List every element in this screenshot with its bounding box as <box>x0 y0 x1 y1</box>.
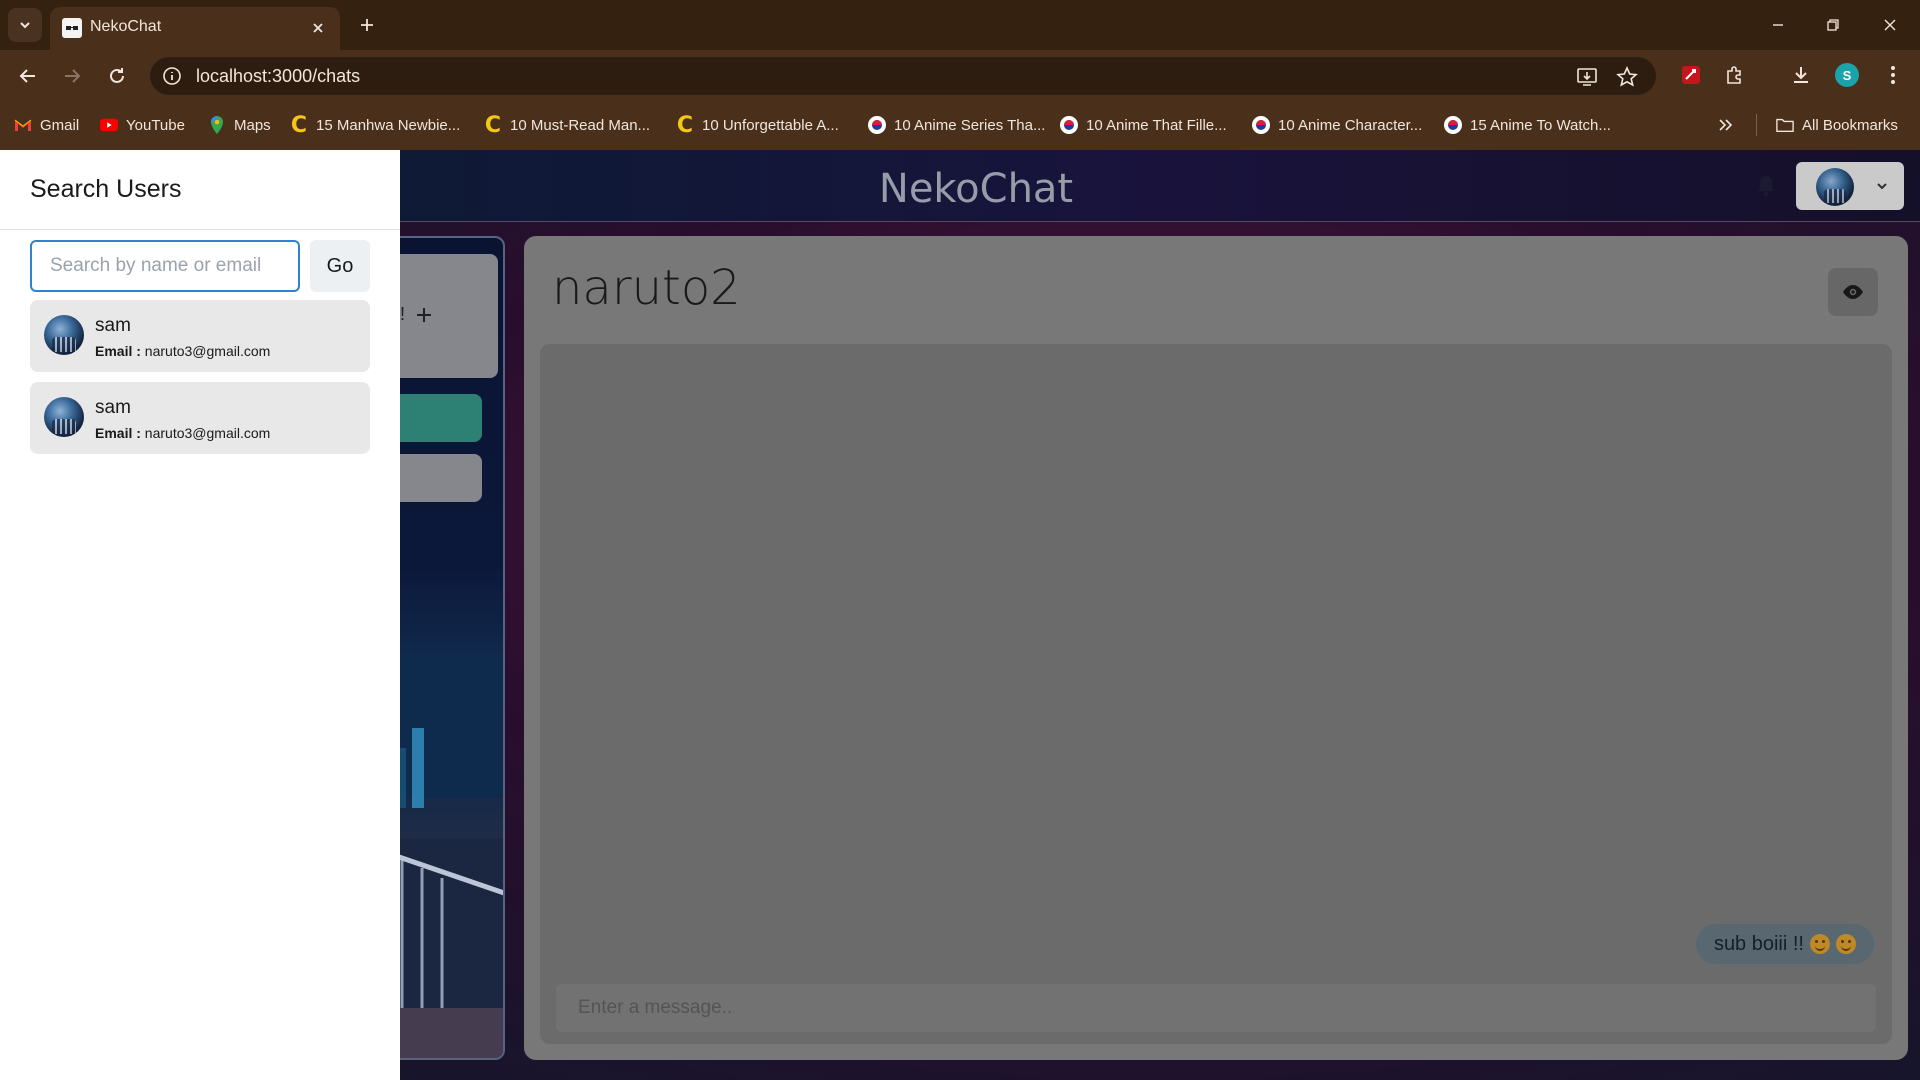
address-bar[interactable]: localhost:3000/chats <box>150 57 1656 95</box>
user-avatar <box>44 315 84 355</box>
folder-icon <box>1776 116 1794 134</box>
bookmark-7[interactable]: 10 Anime That Fille... <box>1060 114 1227 136</box>
site-info-icon[interactable] <box>160 64 184 88</box>
user-result-item[interactable]: sam Email : naruto3@gmail.com <box>30 300 370 372</box>
bookmark-maps[interactable]: Maps <box>208 114 271 136</box>
site-icon <box>1252 116 1270 134</box>
go-button[interactable]: Go <box>310 240 370 292</box>
site-icon <box>1060 116 1078 134</box>
search-users-drawer: Search Users Go sam Email : naruto3@gmai… <box>0 150 400 1080</box>
user-result-item[interactable]: sam Email : naruto3@gmail.com <box>30 382 370 454</box>
all-bookmarks-button[interactable]: All Bookmarks <box>1776 114 1898 136</box>
close-icon <box>1884 19 1896 31</box>
user-email: Email : naruto3@gmail.com <box>95 343 271 359</box>
restore-icon <box>1827 19 1839 31</box>
minimize-icon <box>1773 24 1783 26</box>
drawer-overlay[interactable] <box>400 150 1920 1080</box>
forward-button[interactable] <box>54 58 90 94</box>
bookmark-youtube[interactable]: YouTube <box>100 114 185 136</box>
c-icon: C <box>676 112 694 138</box>
downloads-icon[interactable] <box>1786 60 1816 90</box>
reload-button[interactable] <box>99 58 135 94</box>
arrow-right-icon <box>65 69 81 83</box>
drawer-title: Search Users <box>30 175 182 203</box>
user-name: sam <box>95 397 131 418</box>
restore-button[interactable] <box>1813 8 1853 42</box>
chevron-down-icon <box>20 22 30 29</box>
browser-toolbar: localhost:3000/chats S <box>0 50 1920 100</box>
bookmark-9[interactable]: 15 Anime To Watch... <box>1444 114 1611 136</box>
user-name: sam <box>95 315 131 336</box>
profile-initial: S <box>1835 63 1859 87</box>
tab-title: NekoChat <box>90 18 162 35</box>
bookmark-4[interactable]: C 10 Must-Read Man... <box>484 112 650 138</box>
youtube-icon <box>100 116 118 134</box>
page-viewport: NekoChat ild! <box>0 150 1920 1080</box>
url-text[interactable]: localhost:3000/chats <box>196 66 360 87</box>
user-avatar <box>44 397 84 437</box>
drawer-header: Search Users <box>0 150 400 230</box>
bookmarks-bar: Gmail YouTube Maps C 15 Manhwa Newbie...… <box>0 100 1920 150</box>
reload-icon <box>110 68 124 83</box>
site-icon <box>1444 116 1462 134</box>
gmail-icon <box>14 116 32 134</box>
profile-avatar-button[interactable]: S <box>1832 60 1862 90</box>
kebab-menu-icon[interactable] <box>1878 60 1908 90</box>
nekochat-favicon-icon <box>62 18 82 38</box>
bookmark-3[interactable]: C 15 Manhwa Newbie... <box>290 112 460 138</box>
bookmark-5[interactable]: C 10 Unforgettable A... <box>676 112 839 138</box>
browser-tab-strip: NekoChat <box>0 0 1920 50</box>
more-bookmarks-button[interactable] <box>1718 114 1734 136</box>
bookmarks-divider <box>1756 114 1757 136</box>
bookmark-gmail[interactable]: Gmail <box>14 114 79 136</box>
search-input[interactable] <box>30 240 300 292</box>
bookmark-6[interactable]: 10 Anime Series Tha... <box>868 114 1045 136</box>
close-window-button[interactable] <box>1870 8 1910 42</box>
user-email: Email : naruto3@gmail.com <box>95 425 271 441</box>
bookmark-star-icon[interactable] <box>1614 64 1640 90</box>
new-tab-button[interactable] <box>352 10 382 40</box>
plus-icon <box>361 19 373 31</box>
arrow-left-icon <box>19 69 35 83</box>
browser-tab[interactable]: NekoChat <box>50 7 340 50</box>
extensions-puzzle-icon[interactable] <box>1720 60 1750 90</box>
tab-search-button[interactable] <box>8 8 42 42</box>
double-chevron-right-icon <box>1719 119 1733 131</box>
site-icon <box>868 116 886 134</box>
c-icon: C <box>290 112 308 138</box>
c-icon: C <box>484 112 502 138</box>
tab-close-icon[interactable] <box>306 16 330 40</box>
extension-red-icon[interactable] <box>1676 60 1706 90</box>
maps-icon <box>208 116 226 134</box>
back-button[interactable] <box>10 58 46 94</box>
minimize-button[interactable] <box>1758 8 1798 42</box>
install-app-icon[interactable] <box>1574 64 1600 90</box>
bookmark-8[interactable]: 10 Anime Character... <box>1252 114 1422 136</box>
